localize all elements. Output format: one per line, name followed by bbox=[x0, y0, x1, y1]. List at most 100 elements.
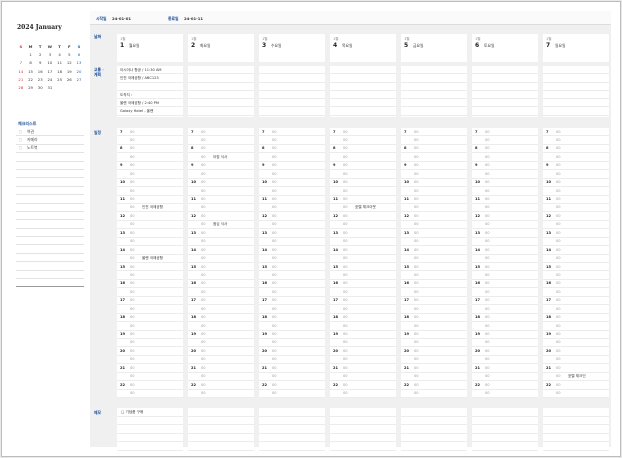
half-hour-slot[interactable]: 00 bbox=[543, 136, 609, 145]
hour-slot[interactable]: 17 00 bbox=[188, 297, 254, 306]
half-hour-slot[interactable]: 00 bbox=[117, 339, 183, 348]
memo-line[interactable] bbox=[472, 442, 538, 451]
hour-slot[interactable]: 14 00 bbox=[259, 246, 325, 255]
half-hour-slot[interactable]: 00 bbox=[472, 238, 538, 247]
hour-slot[interactable]: 7 00 bbox=[401, 128, 467, 137]
hour-slot[interactable]: 18 00 bbox=[188, 314, 254, 323]
transport-line[interactable]: 아시아나 항공 / 11:30 AM bbox=[117, 66, 183, 75]
hour-slot[interactable]: 8 00 bbox=[117, 145, 183, 154]
half-hour-slot[interactable]: 00 bbox=[188, 322, 254, 331]
memo-line[interactable] bbox=[330, 417, 396, 426]
schedule-column[interactable]: 7 00 00 8 00 00 아침 식사 9 00 00 10 00 00 11 00 00 12 00 00 점심… bbox=[188, 128, 254, 398]
hour-slot[interactable]: 22 00 bbox=[188, 381, 254, 390]
half-hour-slot[interactable]: 00 bbox=[472, 187, 538, 196]
schedule-column[interactable]: 7 00 00 8 00 00 9 00 00 10 00 00 11 00 00 12 00 00 13 00 00 1… bbox=[259, 128, 325, 398]
hour-slot[interactable]: 11 00 bbox=[330, 196, 396, 204]
mini-calendar-day[interactable]: 14 bbox=[16, 69, 26, 74]
half-hour-slot[interactable]: 00 bbox=[117, 170, 183, 179]
event-label[interactable]: 아침 식사 bbox=[213, 155, 227, 160]
memo-line[interactable] bbox=[259, 434, 325, 443]
transport-line[interactable] bbox=[401, 66, 467, 75]
hour-slot[interactable]: 9 00 bbox=[330, 162, 396, 171]
hour-slot[interactable]: 10 00 bbox=[188, 179, 254, 188]
hour-slot[interactable]: 16 00 bbox=[188, 280, 254, 289]
hour-slot[interactable]: 19 00 bbox=[259, 331, 325, 339]
transport-box[interactable] bbox=[188, 66, 254, 117]
half-hour-slot[interactable]: 00 bbox=[117, 187, 183, 196]
half-hour-slot[interactable]: 00 bbox=[401, 136, 467, 145]
mini-calendar-day[interactable]: 7 bbox=[16, 60, 26, 65]
mini-calendar-day[interactable]: 16 bbox=[35, 69, 45, 74]
half-hour-slot[interactable]: 00 bbox=[401, 170, 467, 179]
transport-line[interactable] bbox=[472, 74, 538, 83]
hour-slot[interactable]: 10 00 bbox=[117, 179, 183, 188]
memo-line[interactable] bbox=[401, 434, 467, 443]
half-hour-slot[interactable]: 00 bbox=[259, 356, 325, 365]
day-header[interactable]: 1월 4 목요일 bbox=[330, 34, 396, 62]
transport-line[interactable] bbox=[330, 91, 396, 100]
half-hour-slot[interactable]: 00 bbox=[401, 390, 467, 398]
half-hour-slot[interactable]: 00 bbox=[330, 271, 396, 280]
event-label[interactable]: 호텔 체크아웃 bbox=[355, 205, 376, 210]
half-hour-slot[interactable]: 00 호텔 체크인 bbox=[543, 373, 609, 382]
half-hour-slot[interactable]: 00 bbox=[188, 373, 254, 382]
half-hour-slot[interactable]: 00 bbox=[472, 136, 538, 145]
half-hour-slot[interactable]: 00 bbox=[259, 221, 325, 230]
transport-line[interactable] bbox=[188, 83, 254, 91]
half-hour-slot[interactable]: 00 bbox=[330, 170, 396, 179]
memo-box[interactable] bbox=[401, 408, 467, 451]
half-hour-slot[interactable]: 00 bbox=[330, 305, 396, 314]
half-hour-slot[interactable]: 00 bbox=[330, 339, 396, 348]
half-hour-slot[interactable]: 00 bbox=[330, 322, 396, 331]
half-hour-slot[interactable]: 00 점심 식사 bbox=[188, 221, 254, 230]
hour-slot[interactable]: 13 00 bbox=[259, 229, 325, 238]
hour-slot[interactable]: 15 00 bbox=[259, 263, 325, 272]
transport-line[interactable] bbox=[330, 99, 396, 108]
transport-line[interactable] bbox=[472, 83, 538, 91]
transport-line[interactable]: 올랜 국제공항 / 2:40 PM bbox=[117, 99, 183, 108]
memo-box[interactable] bbox=[188, 408, 254, 451]
half-hour-slot[interactable]: 00 bbox=[330, 373, 396, 382]
transport-line[interactable] bbox=[472, 99, 538, 108]
half-hour-slot[interactable]: 00 bbox=[188, 305, 254, 314]
half-hour-slot[interactable]: 00 bbox=[472, 271, 538, 280]
hour-slot[interactable]: 15 00 bbox=[543, 263, 609, 272]
half-hour-slot[interactable]: 00 bbox=[401, 153, 467, 162]
hour-slot[interactable]: 19 00 bbox=[543, 331, 609, 339]
day-header[interactable]: 1월 2 화요일 bbox=[188, 34, 254, 62]
transport-box[interactable]: 아시아나 항공 / 11:30 AM 인천 국제공항 / ABC123 도착지 :올… bbox=[117, 66, 183, 117]
hour-slot[interactable]: 8 00 bbox=[401, 145, 467, 154]
half-hour-slot[interactable]: 00 bbox=[472, 221, 538, 230]
hour-slot[interactable]: 9 00 bbox=[117, 162, 183, 171]
half-hour-slot[interactable]: 00 bbox=[117, 153, 183, 162]
half-hour-slot[interactable]: 00 bbox=[188, 390, 254, 398]
transport-line[interactable] bbox=[259, 99, 325, 108]
half-hour-slot[interactable]: 00 bbox=[259, 136, 325, 145]
transport-line[interactable] bbox=[188, 107, 254, 116]
hour-slot[interactable]: 22 00 bbox=[259, 381, 325, 390]
memo-line[interactable] bbox=[117, 425, 183, 434]
half-hour-slot[interactable]: 00 bbox=[543, 170, 609, 179]
hour-slot[interactable]: 16 00 bbox=[472, 280, 538, 289]
hour-slot[interactable]: 11 00 bbox=[117, 196, 183, 204]
hour-slot[interactable]: 15 00 bbox=[188, 263, 254, 272]
schedule-column[interactable]: 7 00 00 8 00 00 9 00 00 10 00 00 11 00 00 호텔 체크아웃 12 00 00… bbox=[330, 128, 396, 398]
mini-calendar-day[interactable]: 29 bbox=[26, 85, 36, 90]
hour-slot[interactable]: 20 00 bbox=[259, 347, 325, 356]
half-hour-slot[interactable]: 00 bbox=[259, 255, 325, 263]
checklist-line[interactable]: □ 노트북 bbox=[16, 145, 84, 154]
hour-slot[interactable]: 21 00 bbox=[401, 364, 467, 373]
half-hour-slot[interactable]: 00 bbox=[188, 339, 254, 348]
half-hour-slot[interactable]: 00 bbox=[188, 136, 254, 145]
hour-slot[interactable]: 10 00 bbox=[330, 179, 396, 188]
hour-slot[interactable]: 10 00 bbox=[259, 179, 325, 188]
mini-calendar-day[interactable]: 11 bbox=[55, 60, 65, 65]
mini-calendar-day[interactable]: 26 bbox=[64, 77, 74, 82]
mini-calendar-day[interactable]: 24 bbox=[45, 77, 55, 82]
mini-calendar-day[interactable]: 19 bbox=[64, 69, 74, 74]
hour-slot[interactable]: 13 00 bbox=[472, 229, 538, 238]
hour-slot[interactable]: 8 00 bbox=[330, 145, 396, 154]
memo-line[interactable] bbox=[330, 425, 396, 434]
half-hour-slot[interactable]: 00 bbox=[117, 356, 183, 365]
checkbox-icon[interactable]: □ bbox=[19, 138, 24, 142]
